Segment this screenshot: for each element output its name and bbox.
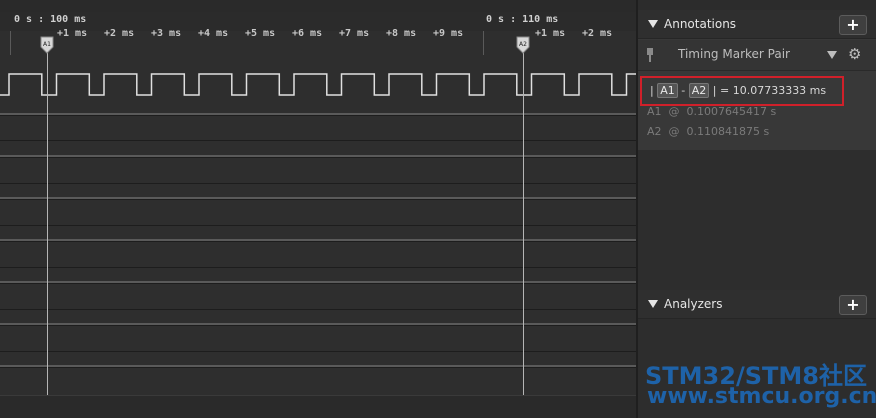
ruler-tick-label: +5 ms	[245, 28, 276, 39]
detail-a2-name: A2	[647, 125, 662, 138]
channel-separator	[0, 157, 636, 158]
ruler-tick-label: +4 ms	[198, 28, 229, 39]
ruler-tick-label: +1 ms	[535, 28, 566, 39]
marker-a2-flag-icon[interactable]: A2	[516, 36, 530, 54]
add-analyzer-button[interactable]: +	[839, 295, 867, 315]
ruler-tick-label: +2 ms	[582, 28, 613, 39]
detail-a1-value: 0.1007645417 s	[686, 105, 777, 118]
ruler-tick-label: +3 ms	[151, 28, 182, 39]
measurement-value: 10.07733333 ms	[732, 84, 827, 97]
marker-a2-label: A2	[519, 41, 527, 48]
add-annotation-button[interactable]: +	[839, 15, 867, 35]
detail-a1-at: @	[668, 105, 680, 118]
pin-icon[interactable]	[647, 48, 653, 62]
channel-separator	[0, 140, 636, 141]
analyzers-header[interactable]: Analyzers +	[638, 290, 876, 319]
measure-equals: =	[719, 84, 730, 97]
waveform-bottom-area	[0, 395, 636, 418]
measure-pipe-open: |	[650, 84, 654, 97]
measure-a2-chip: A2	[688, 83, 710, 98]
chevron-down-icon[interactable]	[827, 51, 837, 59]
channel-separator	[0, 367, 636, 368]
channel-separator	[0, 325, 636, 326]
channel-separator	[0, 183, 636, 184]
marker-a1-line[interactable]	[47, 43, 48, 395]
marker-detail-a2: A2 @ 0.110841875 s	[647, 125, 769, 138]
gear-icon[interactable]: ⚙	[848, 45, 861, 63]
channel-0-waveform	[0, 73, 636, 96]
detail-a2-at: @	[668, 125, 680, 138]
ruler-tick-label: +7 ms	[339, 28, 370, 39]
channel-separator	[0, 199, 636, 200]
ruler-tick-label: +1 ms	[57, 28, 88, 39]
watermark-line2: www.stmcu.org.cn	[647, 384, 876, 409]
channel-separator	[0, 225, 636, 226]
ruler-major-label-left: 0 s : 100 ms	[14, 14, 87, 25]
annotations-header[interactable]: Annotations +	[638, 10, 876, 39]
channel-separator	[0, 309, 636, 310]
channel-separator	[0, 115, 636, 116]
annotations-panel: Annotations + Timing Marker Pair ⚙ | A1 …	[638, 10, 876, 290]
detail-a1-name: A1	[647, 105, 662, 118]
channel-0-signal[interactable]	[0, 66, 636, 106]
channel-separator	[0, 351, 636, 352]
marker-detail-a1: A1 @ 0.1007645417 s	[647, 105, 776, 118]
marker-a1-flag-icon[interactable]: A1	[40, 36, 54, 54]
measurement-highlight-box: | A1 - A2 | = 10.07733333 ms	[640, 76, 844, 106]
measure-minus: -	[681, 84, 686, 97]
annotations-empty-area	[638, 150, 876, 290]
waveform-view[interactable]: 0 s : 100 ms 0 s : 110 ms +1 ms +2 ms +3 m…	[0, 0, 636, 418]
ruler-tick-label: +6 ms	[292, 28, 323, 39]
channel-separator	[0, 267, 636, 268]
measure-a1-chip: A1	[657, 83, 678, 98]
marker-a1-label: A1	[43, 41, 51, 48]
detail-a2-value: 0.110841875 s	[686, 125, 770, 138]
channel-separator	[0, 283, 636, 284]
ruler-major-label-right: 0 s : 110 ms	[486, 14, 559, 25]
marker-a2-line[interactable]	[523, 43, 524, 395]
collapse-triangle-icon[interactable]	[648, 300, 658, 308]
ruler-tick-bar	[10, 31, 11, 55]
timing-marker-pair-row[interactable]: Timing Marker Pair ⚙	[638, 40, 876, 71]
timing-marker-pair-label: Timing Marker Pair	[678, 47, 790, 61]
measurement-row: | A1 - A2 | = 10.07733333 ms	[650, 83, 826, 98]
ruler-tick-label: +8 ms	[386, 28, 417, 39]
analyzers-title: Analyzers	[664, 297, 723, 311]
channel-separator	[0, 241, 636, 242]
ruler-tick-label: +2 ms	[104, 28, 135, 39]
ruler-tick-label: +9 ms	[433, 28, 464, 39]
measure-pipe-close: |	[712, 84, 717, 97]
collapse-triangle-icon[interactable]	[648, 20, 658, 28]
annotations-title: Annotations	[664, 17, 737, 31]
ruler-tick-bar	[483, 31, 484, 55]
